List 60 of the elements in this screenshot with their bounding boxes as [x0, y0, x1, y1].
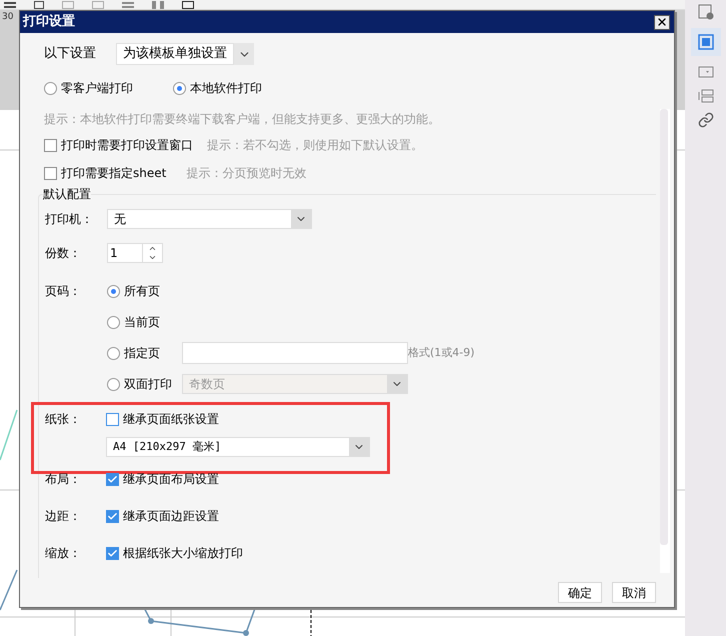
radio-button[interactable] [107, 284, 120, 298]
checkbox[interactable] [106, 510, 119, 522]
scope-label: 以下设置 [44, 45, 96, 64]
paper-size-select[interactable]: A4 [210x297 毫米] [106, 437, 370, 457]
field-label: 缩放： [45, 545, 82, 562]
radio-button[interactable] [44, 82, 57, 94]
radio-label: 当前页 [124, 314, 161, 331]
checkbox-label: 根据纸张大小缩放打印 [123, 545, 243, 562]
radio-label: 双面打印 [124, 376, 173, 393]
page-range-input[interactable] [182, 342, 408, 364]
field-label: 边距： [45, 508, 82, 525]
field-label: 打印机： [45, 211, 94, 228]
dialog-button[interactable]: 确定 [558, 582, 602, 603]
checkbox-label: 打印需要指定sheet [61, 165, 166, 182]
selected-tool-tile[interactable] [690, 28, 720, 56]
field-label: 布局： [45, 471, 82, 488]
radio-label: 本地软件打印 [190, 80, 262, 97]
checkbox-label: 继承页面边距设置 [123, 508, 219, 525]
table-icon[interactable] [62, 0, 74, 8]
checkbox-label: 继承页面布局设置 [123, 471, 219, 488]
info-card-icon[interactable] [698, 4, 714, 20]
field-label: 纸张： [45, 411, 82, 428]
link-icon[interactable] [698, 112, 714, 128]
checkbox-label: 打印时需要打印设置窗口 [61, 137, 193, 154]
window-title: 打印设置 [23, 13, 75, 32]
printer-select[interactable]: 无 [107, 209, 312, 229]
hint-text: 提示：本地软件打印需要终端下载客户端，但能支持更多、更强大的功能。 [44, 111, 441, 126]
field-label: 份数： [45, 245, 82, 262]
chevron-down-icon [148, 253, 157, 262]
copies-spinner[interactable]: 1 [107, 243, 163, 263]
radio-button[interactable] [107, 346, 120, 360]
checkbox[interactable] [106, 546, 119, 560]
group-title: 默认配置 [43, 186, 91, 202]
checkbox-label: 继承页面纸张设置 [123, 411, 219, 428]
radio-label: 零客户端打印 [61, 80, 133, 97]
table-icon[interactable] [92, 0, 104, 8]
ruler-label: 30 [2, 12, 14, 22]
radio-button[interactable] [173, 82, 186, 94]
checkbox[interactable] [44, 138, 57, 152]
hint-text: 格式(1或4-9) [408, 344, 475, 361]
stacked-box-icon[interactable] [698, 88, 714, 104]
checkbox[interactable] [106, 472, 119, 486]
border-icon[interactable] [182, 0, 194, 8]
close-button[interactable] [654, 14, 670, 30]
hint-text: 提示：分页预览时无效 [186, 165, 306, 182]
dropdown-box-icon[interactable] [698, 64, 714, 80]
align-icon[interactable] [4, 2, 16, 8]
chevron-up-icon [148, 244, 157, 253]
dialog-button[interactable]: 取消 [612, 582, 656, 603]
field-label: 页码： [45, 283, 82, 300]
frame-icon [698, 34, 714, 50]
radio-button[interactable] [107, 316, 120, 328]
scope-select[interactable]: 为该模板单独设置 [116, 43, 254, 65]
hint-text: 提示：若不勾选，则使用如下默认设置。 [207, 137, 423, 154]
close-icon [656, 16, 668, 28]
checkbox[interactable] [106, 412, 119, 426]
checkbox[interactable] [44, 166, 57, 180]
radio-label: 所有页 [124, 283, 161, 300]
grid-icon[interactable] [34, 0, 44, 8]
radio-label: 指定页 [124, 345, 161, 362]
